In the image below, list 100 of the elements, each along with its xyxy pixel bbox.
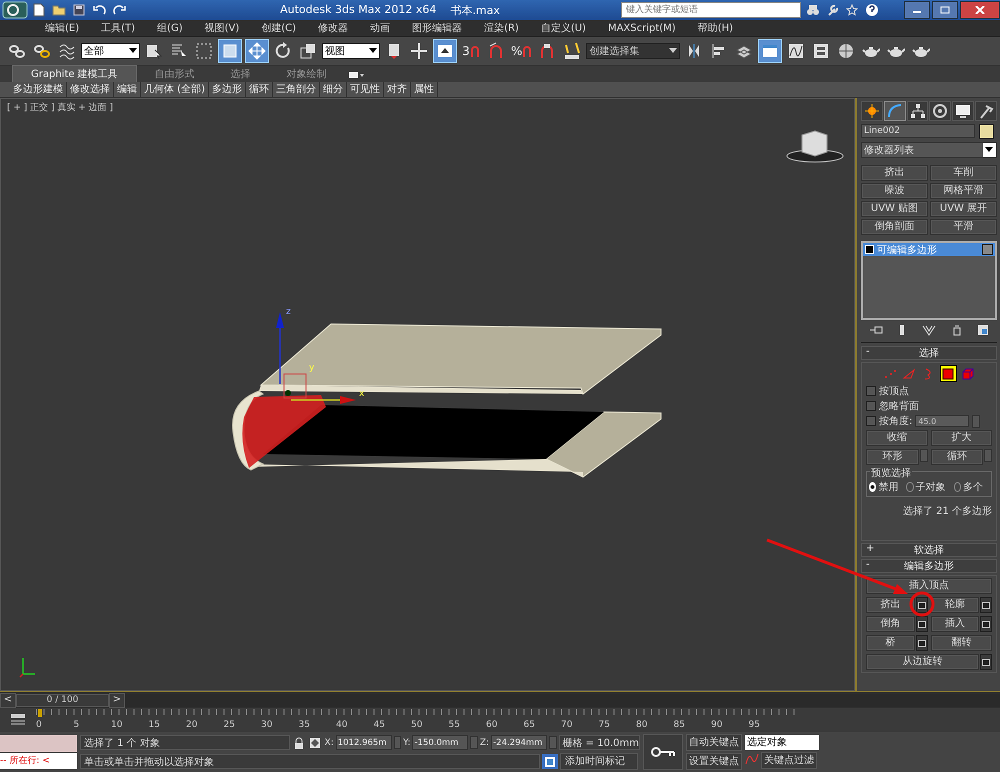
binoculars-icon[interactable] [804,4,822,16]
panel-button[interactable]: 环形 [866,449,918,465]
hierarchy-icon[interactable] [906,101,928,121]
ribbon-panel-button[interactable]: 属性 [410,82,438,97]
object-color-swatch[interactable] [979,124,994,139]
settings-button[interactable] [980,654,992,670]
new-file-icon[interactable] [31,3,47,17]
time-slider-thumb[interactable]: 0 / 100 [16,694,109,706]
minimize-button[interactable] [904,1,930,19]
menu-item[interactable]: 工具(T) [90,21,146,35]
menu-item[interactable]: 自定义(U) [530,21,597,35]
modifier-button[interactable]: 倒角剖面 [861,219,928,235]
next-frame-button[interactable]: > [109,692,125,708]
snap-toggle[interactable]: 3 [460,40,482,62]
selection-filter-dropdown[interactable]: 全部 [81,43,140,59]
panel-button[interactable]: 插入 [930,616,979,632]
panel-button[interactable]: 扩大 [930,430,992,446]
ribbon-panel-button[interactable]: 修改选择 [67,82,114,97]
search-field[interactable]: 键入关键字或短语 [621,2,801,18]
save-icon[interactable] [71,4,87,16]
settings-button[interactable] [916,616,928,632]
folder-icon[interactable] [50,4,68,16]
curve-icon[interactable] [884,101,906,121]
modifier-button[interactable]: UVW 贴图 [861,201,928,217]
crosshair-icon[interactable] [408,40,430,62]
ribbon-panel-button[interactable]: 循环 [246,82,273,97]
panel-button[interactable]: 从边旋转 [866,654,979,670]
modifier-button[interactable]: 车削 [930,165,997,181]
monitor-icon[interactable] [952,101,974,121]
checkbox[interactable] [866,401,876,411]
auto-key-button[interactable]: 自动关键点 [686,734,742,751]
menu-item[interactable]: 修改器 [307,21,360,35]
coordinate-field[interactable]: -24.294mm [491,735,548,750]
collapse-toggle[interactable]: + [866,543,874,554]
rollout-header[interactable]: + 软选择 [861,543,997,557]
expand-icon[interactable] [865,245,874,254]
modifier-list-dropdown[interactable]: 修改器列表 [861,142,997,158]
sun-icon[interactable] [861,101,883,121]
ribbon-tab[interactable]: Graphite 建模工具 [12,65,137,82]
time-slider-track[interactable]: < 0 / 100 > [0,691,1000,708]
ribbon-panel-button[interactable]: 细分 [320,82,347,97]
unique-icon[interactable] [922,324,936,338]
ribbon-tab[interactable]: 选择 [212,66,269,82]
key-filters-button[interactable]: 关键点过滤 [761,752,817,769]
previous-frame-button[interactable]: < [0,692,16,708]
modifier-button[interactable]: 平滑 [930,219,997,235]
reference-coordinate-dropdown[interactable]: 视图 [322,43,380,59]
stack-item[interactable]: 可编辑多边形 [863,243,995,256]
settings-button[interactable] [980,616,992,632]
set-key-button[interactable]: 设置关键点 [686,753,742,770]
ribbon-panel-button[interactable]: 三角剖分 [272,82,320,97]
modifier-button[interactable]: 网格平滑 [930,183,997,199]
move-icon[interactable] [245,39,269,63]
help-icon[interactable] [863,3,881,17]
panel-button[interactable]: 收缩 [866,430,928,446]
rollout-header[interactable]: - 编辑多边形 [861,559,997,573]
checkbox[interactable] [866,386,876,396]
menu-item[interactable]: 组(G) [146,21,194,35]
menu-item[interactable]: 动画 [359,21,402,35]
ribbon-panel-button[interactable]: 编辑 [114,82,141,97]
modifier-button[interactable]: 挤出 [861,165,928,181]
star-icon[interactable] [844,4,860,16]
maxscript-listener-field[interactable] [0,735,77,752]
collapse-toggle[interactable]: - [866,346,870,357]
ribbon-tab[interactable]: 自由形式 [136,66,213,82]
add-time-tag-button[interactable]: 添加时间标记 [560,753,638,770]
ribbon-toggle-icon[interactable] [758,39,782,63]
object-name-field[interactable]: Line002 [861,124,975,138]
maximize-button[interactable] [932,1,958,19]
settings-button[interactable] [916,597,928,613]
panel-button[interactable]: 翻转 [930,635,992,651]
collapse-toggle[interactable]: - [866,559,870,570]
coordinate-field[interactable]: -150.0mm [412,735,468,750]
panel-button[interactable]: 轮廓 [930,597,979,613]
element-cube-icon[interactable] [960,366,976,381]
ribbon-panel-button[interactable]: 多边形 [208,82,246,97]
hammer-icon[interactable] [975,101,997,121]
ribbon-panel-button[interactable]: 几何体 (全部) [141,82,209,97]
viewcube-icon[interactable] [786,130,844,162]
isolate-icon[interactable] [542,754,558,769]
polygon-square-icon[interactable] [940,365,956,382]
ribbon-panel-button[interactable]: 对齐 [384,82,411,97]
modifier-button[interactable]: UVW 展开 [930,201,997,217]
panel-button[interactable]: 插入顶点 [866,578,992,594]
checkbox[interactable] [866,416,876,426]
radio-button[interactable] [906,482,914,492]
viewport-label[interactable]: [ + ] 正交 ] 真实 + 边面 ] [7,101,114,114]
close-button[interactable] [960,1,1000,19]
menu-item[interactable]: 视图(V) [194,21,250,35]
settings-button[interactable] [980,597,992,613]
named-selection-dropdown[interactable]: 创建选择集 [586,43,680,59]
rollout-header[interactable]: - 选择 [861,346,997,360]
ribbon-panel-button[interactable]: 可见性 [346,82,384,97]
viewport[interactable]: [ + ] 正交 ] 真实 + 边面 ] z x y [0,98,855,691]
ribbon-panel-button[interactable]: 多边形建模 [10,82,67,97]
panel-button[interactable]: 循环 [930,449,983,465]
menu-item[interactable]: 图形编辑器 [401,21,474,35]
app-logo-icon[interactable] [2,1,28,19]
settings-button[interactable] [916,635,928,651]
coordinate-field[interactable]: 1012.965m [336,735,392,750]
